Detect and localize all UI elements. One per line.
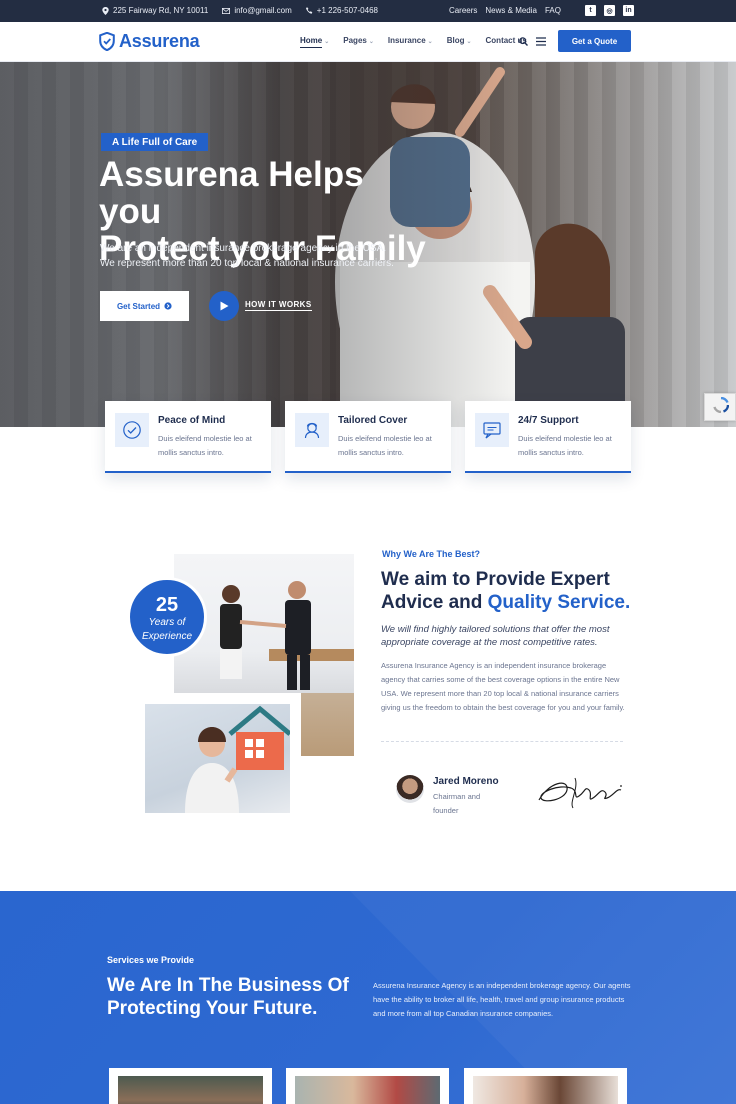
linkedin-icon[interactable]: in bbox=[623, 5, 634, 16]
address-item: 225 Fairway Rd, NY 10011 bbox=[102, 6, 208, 15]
arrow-circle-right-icon bbox=[164, 302, 172, 310]
chevron-down-icon: ⌄ bbox=[466, 39, 472, 45]
service-card[interactable] bbox=[286, 1068, 449, 1104]
phone-icon bbox=[305, 7, 313, 14]
hamburger-menu-icon[interactable] bbox=[536, 37, 546, 46]
service-card[interactable] bbox=[109, 1068, 272, 1104]
nav-item-pages[interactable]: Pages ⌄ bbox=[343, 36, 374, 48]
how-it-works-link[interactable]: HOW IT WORKS bbox=[245, 300, 312, 311]
services-eyebrow: Services we Provide bbox=[107, 955, 195, 965]
top-link-faq[interactable]: FAQ bbox=[545, 6, 561, 15]
get-quote-button[interactable]: Get a Quote bbox=[558, 30, 631, 52]
phone-item[interactable]: +1 226-507-0468 bbox=[305, 6, 378, 15]
feature-card: 24/7 Support Duis eleifend molestie leo … bbox=[465, 401, 631, 473]
get-started-label: Get Started bbox=[116, 301, 161, 311]
search-icon[interactable] bbox=[519, 37, 528, 46]
twitter-icon[interactable]: t bbox=[585, 5, 596, 16]
play-icon bbox=[220, 301, 228, 311]
address-text: 225 Fairway Rd, NY 10011 bbox=[113, 6, 209, 15]
instagram-icon[interactable]: ◎ bbox=[604, 5, 615, 16]
email-text[interactable]: info@gmail.com bbox=[234, 6, 291, 15]
services-section: Services we Provide We Are In The Busine… bbox=[0, 891, 736, 1104]
hero-title-line1: Assurena Helps you bbox=[99, 155, 364, 231]
top-bar: 225 Fairway Rd, NY 10011 info@gmail.com … bbox=[0, 0, 736, 22]
feature-title: Peace of Mind bbox=[158, 415, 226, 426]
nav-item-insurance[interactable]: Insurance ⌄ bbox=[388, 36, 433, 48]
about-lead: We will find highly tailored solutions t… bbox=[381, 624, 610, 648]
main-menu: Home ⌄ Pages ⌄ Insurance ⌄ Blog ⌄ Contact us bbox=[300, 36, 527, 48]
location-pin-icon bbox=[102, 6, 109, 15]
logo[interactable]: Assurena bbox=[99, 31, 200, 52]
chevron-down-icon: ⌄ bbox=[324, 39, 330, 45]
top-link-news[interactable]: News & Media bbox=[485, 6, 537, 15]
person-name: Jared Moreno bbox=[433, 776, 499, 787]
nav-item-blog[interactable]: Blog ⌄ bbox=[447, 36, 472, 48]
person-icon bbox=[304, 422, 320, 439]
service-card[interactable] bbox=[464, 1068, 627, 1104]
feature-title: 24/7 Support bbox=[518, 415, 579, 426]
hero-text: We are an independent insurance brokerag… bbox=[100, 243, 394, 269]
feature-text: Duis eleifend molestie leo at mollis san… bbox=[158, 434, 252, 457]
play-video-button[interactable] bbox=[209, 291, 239, 321]
years-label: Years of bbox=[148, 617, 186, 628]
about-body: Assurena Insurance Agency is an independ… bbox=[381, 661, 625, 712]
contact-info: 225 Fairway Rd, NY 10011 info@gmail.com … bbox=[102, 6, 378, 15]
about-eyebrow: Why We Are The Best? bbox=[382, 549, 481, 559]
experience-badge: 25 Years of Experience bbox=[127, 577, 207, 657]
heading-highlight: Quality Service. bbox=[487, 592, 631, 613]
chat-icon bbox=[483, 422, 501, 439]
recaptcha-badge[interactable] bbox=[704, 393, 736, 421]
phone-text[interactable]: +1 226-507-0468 bbox=[317, 6, 378, 15]
feature-text: Duis eleifend molestie leo at mollis san… bbox=[518, 434, 612, 457]
get-started-button[interactable]: Get Started bbox=[100, 291, 189, 321]
feature-text: Duis eleifend molestie leo at mollis san… bbox=[338, 434, 432, 457]
avatar bbox=[396, 775, 424, 803]
chevron-down-icon: ⌄ bbox=[368, 39, 374, 45]
shield-logo-icon bbox=[99, 32, 115, 51]
envelope-icon bbox=[222, 7, 231, 14]
recaptcha-icon bbox=[713, 397, 729, 413]
experience-label: Experience bbox=[141, 631, 193, 642]
check-circle-icon bbox=[123, 421, 141, 439]
service-card-image bbox=[118, 1076, 263, 1104]
chevron-down-icon: ⌄ bbox=[427, 39, 433, 45]
feature-card: Tailored Cover Duis eleifend molestie le… bbox=[285, 401, 451, 473]
top-links: Careers News & Media FAQ t ◎ in bbox=[449, 5, 634, 16]
brand-name: Assurena bbox=[119, 31, 200, 51]
feature-card: Peace of Mind Duis eleifend molestie leo… bbox=[105, 401, 271, 473]
services-text: Assurena Insurance Agency is an independ… bbox=[373, 981, 631, 1018]
years-number: 25 bbox=[155, 594, 179, 616]
nav-item-home[interactable]: Home ⌄ bbox=[300, 36, 329, 48]
feature-title: Tailored Cover bbox=[338, 415, 408, 426]
services-heading: We Are In The Business Of Protecting You… bbox=[107, 975, 349, 1019]
email-item[interactable]: info@gmail.com bbox=[222, 6, 292, 15]
woman-with-house-photo bbox=[145, 704, 290, 813]
person-role: Chairman and founder bbox=[433, 792, 481, 815]
service-card-image bbox=[295, 1076, 440, 1104]
about-heading: We aim to Provide Expert Advice and Qual… bbox=[381, 569, 631, 613]
divider bbox=[381, 741, 623, 742]
hero-tag: A Life Full of Care bbox=[101, 133, 209, 151]
main-navbar: Assurena Home ⌄ Pages ⌄ Insurance ⌄ Blog ⌄ C… bbox=[0, 22, 736, 62]
top-link-careers[interactable]: Careers bbox=[449, 6, 477, 15]
service-card-image bbox=[473, 1076, 618, 1104]
signature-image bbox=[538, 777, 622, 809]
